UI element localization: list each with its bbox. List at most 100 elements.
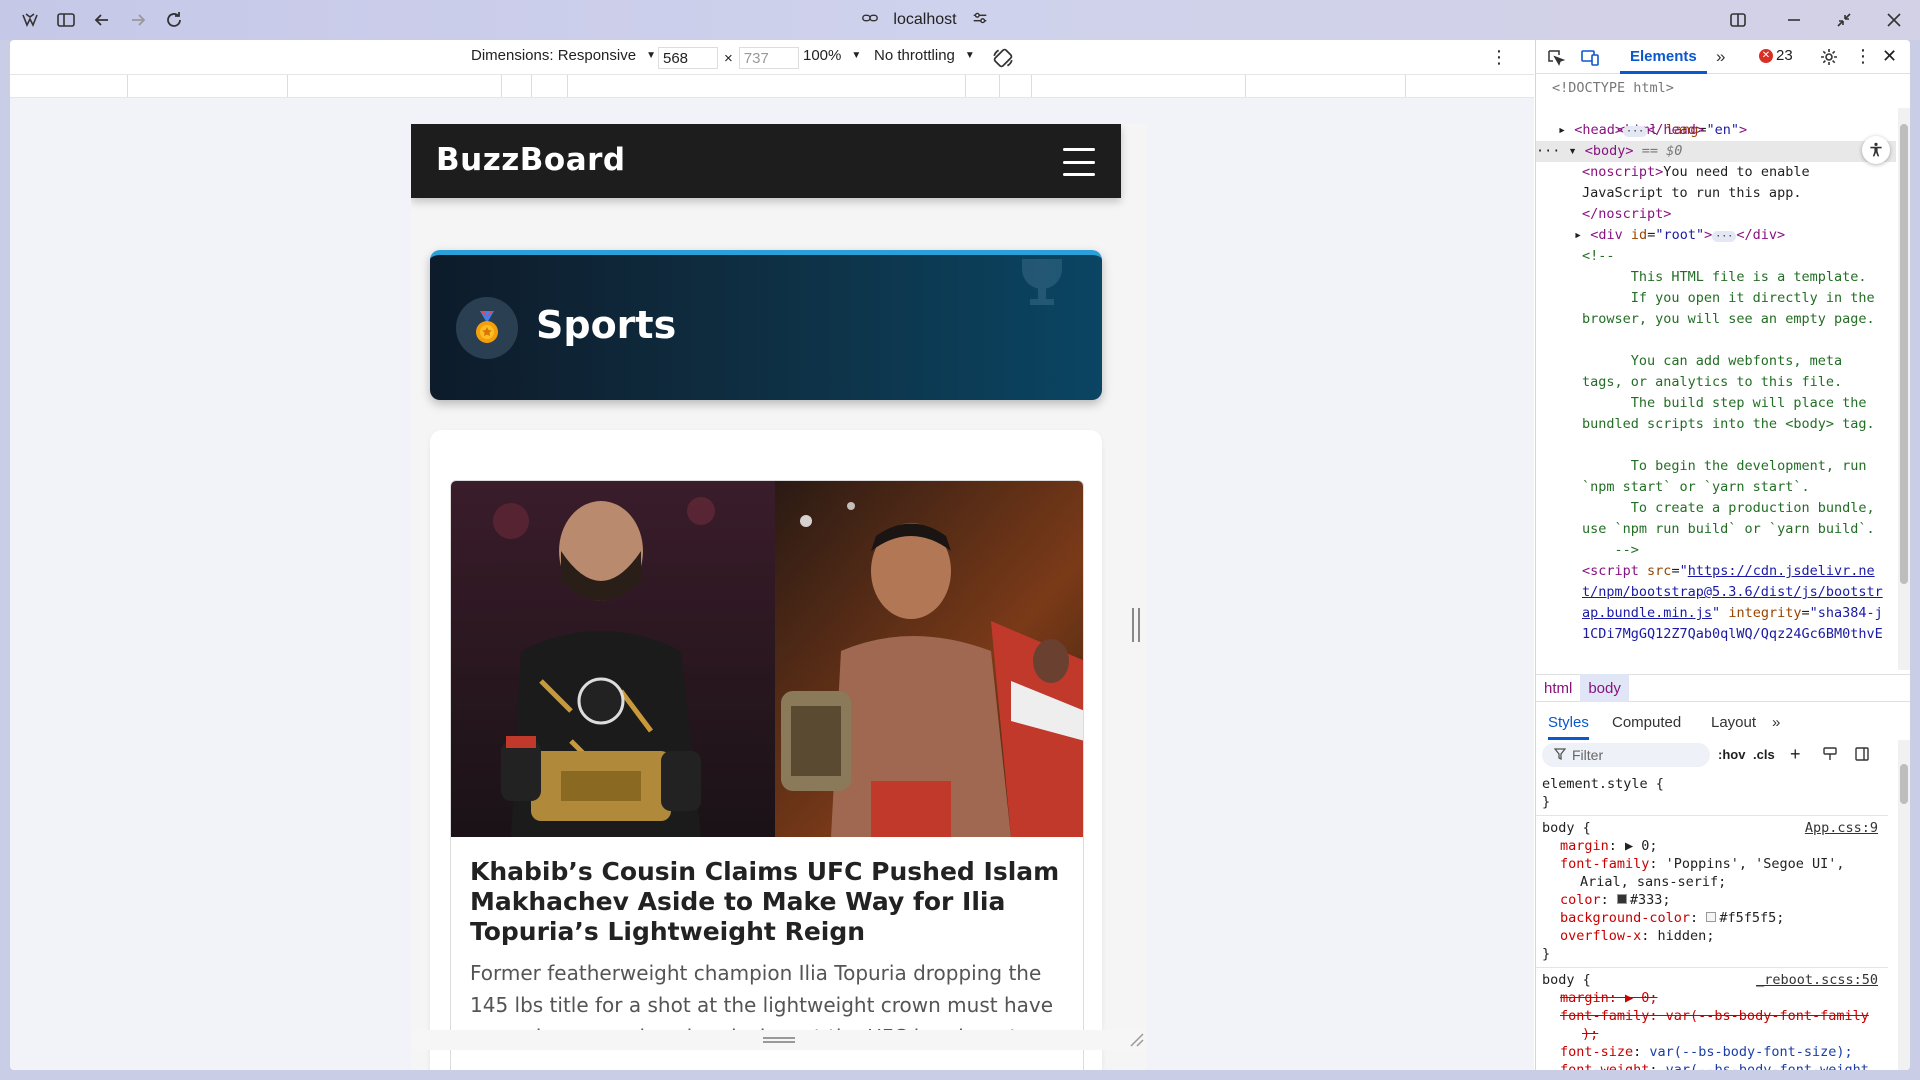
error-icon: ✕ — [1759, 48, 1773, 63]
throttling-dropdown[interactable]: No throttling — [874, 47, 975, 64]
device-toolbar-more-icon[interactable]: ⋮ — [1490, 47, 1508, 68]
rule1-property[interactable]: font-family: 'Poppins', 'Segoe UI', — [1560, 855, 1844, 873]
inspect-element-icon[interactable] — [1546, 48, 1566, 71]
filter-placeholder: Filter — [1572, 747, 1604, 763]
dom-noscript-text: JavaScript to run this app. — [1582, 185, 1802, 201]
section-title: Sports — [536, 303, 677, 347]
dom-scrollbar[interactable] — [1898, 108, 1910, 670]
article-card-container: Khabib’s Cousin Claims UFC Pushed Islam … — [430, 430, 1102, 1070]
dom-comment-line: To begin the development, run — [1582, 458, 1867, 474]
url-text[interactable]: localhost — [893, 11, 956, 29]
dom-head-node[interactable]: ▸ <head> ··· </head> — [1558, 120, 1704, 142]
rule1-property[interactable]: Arial, sans-serif; — [1580, 873, 1726, 891]
rule1-property[interactable]: color: #333; — [1560, 891, 1671, 909]
color-swatch[interactable] — [1616, 894, 1627, 904]
article-card[interactable]: Khabib’s Cousin Claims UFC Pushed Islam … — [450, 480, 1084, 1070]
browser-title-bar: localhost — [0, 0, 1920, 40]
computed-sidebar-icon[interactable] — [1854, 746, 1870, 765]
brand-logo[interactable]: BuzzBoard — [436, 142, 626, 178]
address-bar[interactable]: localhost — [820, 6, 1030, 34]
styles-pane: element.style { } body { App.css:9 margi… — [1536, 775, 1896, 1070]
hov-toggle[interactable]: :hov — [1718, 747, 1745, 762]
back-arrow-icon[interactable] — [88, 6, 116, 34]
article-image[interactable] — [451, 481, 1083, 837]
dom-doctype[interactable]: <!DOCTYPE html> — [1552, 78, 1674, 99]
article-title[interactable]: Khabib’s Cousin Claims UFC Pushed Islam … — [470, 857, 1070, 947]
dom-integrity-2: 1CDi7MgGQ12Z7Qab0qlWQ/Qqz24Gc6BM0thvE — [1582, 626, 1883, 642]
dom-comment-line: bundled scripts into the <body> tag. — [1582, 416, 1875, 432]
zoom-dropdown[interactable]: 100% — [803, 47, 861, 64]
dom-comment-line: If you open it directly in the — [1582, 290, 1875, 306]
dom-breadcrumbs: html body — [1536, 674, 1910, 702]
minimize-icon[interactable] — [1780, 6, 1808, 34]
rule1-property[interactable]: overflow-x: hidden; — [1560, 927, 1714, 945]
accessibility-icon[interactable] — [1862, 136, 1890, 164]
styles-more-tabs-icon[interactable]: » — [1772, 714, 1780, 731]
browser-logo-icon[interactable] — [16, 6, 44, 34]
devtools-tabbar: Elements » ✕ 23 ⋮ ✕ — [1536, 40, 1910, 74]
filter-icon — [1553, 747, 1567, 763]
color-swatch[interactable] — [1706, 912, 1717, 922]
zoom-label: 100% — [803, 47, 842, 64]
split-view-icon[interactable] — [1724, 6, 1752, 34]
tab-styles[interactable]: Styles — [1548, 714, 1589, 740]
devtools-more-icon[interactable]: ⋮ — [1854, 46, 1872, 67]
rule2-source-link[interactable]: _reboot.scss:50 — [1756, 971, 1878, 989]
styles-filter-row: Filter :hov .cls + — [1536, 740, 1910, 772]
devtools-close-icon[interactable]: ✕ — [1882, 46, 1897, 67]
rule1-property[interactable]: margin: ▶ 0; — [1560, 837, 1658, 855]
rule1-property[interactable]: background-color: #f5f5f5; — [1560, 909, 1784, 927]
new-rule-icon[interactable]: + — [1790, 744, 1801, 765]
width-input[interactable]: 568 — [658, 47, 718, 69]
tab-elements[interactable]: Elements — [1620, 40, 1707, 74]
dom-noscript-node[interactable]: <noscript>You need to enable — [1582, 162, 1810, 183]
reload-icon[interactable] — [160, 6, 188, 34]
rule1-source-link[interactable]: App.css:9 — [1805, 819, 1878, 837]
dom-body-node[interactable]: ··· ▾ <body> == $0 — [1536, 141, 1896, 162]
close-window-icon[interactable] — [1880, 6, 1908, 34]
link-icon — [861, 9, 879, 32]
tab-layout[interactable]: Layout — [1711, 714, 1756, 731]
styles-filter-input[interactable]: Filter — [1542, 743, 1710, 767]
element-style-rule[interactable]: element.style { — [1542, 775, 1664, 793]
dom-script-src-2[interactable]: t/npm/bootstrap@5.3.6/dist/js/bootstr — [1582, 582, 1883, 603]
sidebar-toggle-icon[interactable] — [52, 6, 80, 34]
rotate-icon[interactable] — [992, 47, 1014, 69]
more-tabs-icon[interactable]: » — [1716, 47, 1725, 67]
error-count: 23 — [1776, 47, 1793, 64]
device-canvas: BuzzBoard Sports Khabib’s Cousin Claims … — [10, 98, 1534, 1070]
forward-arrow-icon[interactable] — [124, 6, 152, 34]
settings-gear-icon[interactable] — [1819, 47, 1839, 70]
error-counter[interactable]: ✕ 23 — [1759, 47, 1793, 64]
dom-root-div[interactable]: ▸ <div id="root"> ··· </div> — [1574, 225, 1785, 247]
dom-tree: <!DOCTYPE html> <html lang="en"> scroll … — [1536, 78, 1896, 668]
breadcrumb-body[interactable]: body — [1580, 674, 1629, 702]
rule2-fontsize[interactable]: font-size: var(--bs-body-font-size); — [1560, 1043, 1853, 1061]
dimensions-dropdown[interactable]: Dimensions: Responsive — [471, 47, 656, 64]
restore-icon[interactable] — [1830, 6, 1858, 34]
cls-toggle[interactable]: .cls — [1753, 747, 1775, 762]
dom-script-node[interactable]: <script src="https://cdn.jsdelivr.ne — [1582, 561, 1875, 582]
mobile-viewport: BuzzBoard Sports Khabib’s Cousin Claims … — [411, 124, 1147, 1070]
tab-computed[interactable]: Computed — [1612, 714, 1681, 731]
dom-comment-line: To create a production bundle, — [1582, 500, 1875, 516]
rule2-selector[interactable]: body { — [1542, 971, 1591, 989]
dom-script-src-3[interactable]: ap.bundle.min.js" integrity="sha384-j — [1582, 603, 1883, 624]
resize-handle-right[interactable] — [1132, 608, 1140, 642]
resize-handle-bottom[interactable] — [411, 1030, 1147, 1050]
element-style-close: } — [1542, 794, 1551, 810]
dom-comment-line: tags, or analytics to this file. — [1582, 374, 1843, 390]
dom-noscript-close: </noscript> — [1582, 206, 1672, 222]
rule2-fontweight[interactable]: font-weight: var(--bs-body-font-weight — [1560, 1061, 1869, 1070]
rule1-close: } — [1542, 946, 1551, 962]
device-toggle-icon[interactable] — [1580, 48, 1600, 71]
site-settings-icon[interactable] — [971, 9, 989, 32]
breadcrumb-html[interactable]: html — [1536, 674, 1580, 702]
rule2-fontfamily-overridden[interactable]: font-family: var(--bs-body-font-family — [1560, 1007, 1869, 1025]
rule2-margin-overridden[interactable]: margin: ▶ 0; — [1560, 989, 1658, 1007]
hamburger-menu-icon[interactable] — [1063, 148, 1095, 176]
styles-scrollbar[interactable] — [1898, 740, 1910, 1070]
height-input[interactable]: 737 — [738, 47, 799, 69]
paint-brush-icon[interactable] — [1822, 746, 1838, 765]
rule1-selector[interactable]: body { — [1542, 819, 1591, 837]
